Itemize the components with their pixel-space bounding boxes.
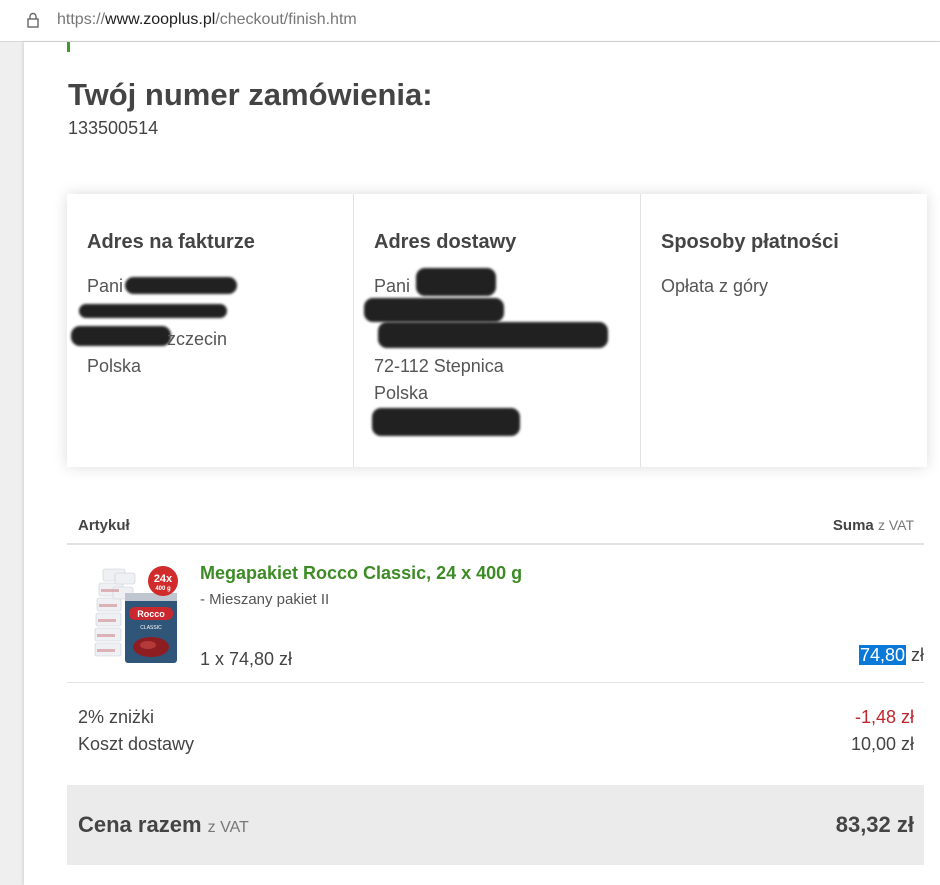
progress-accent bbox=[67, 42, 70, 52]
column-header-sum-suffix: z VAT bbox=[877, 517, 914, 533]
order-total-box: Cena razem z VAT 83,32 zł bbox=[67, 785, 924, 865]
lock-icon bbox=[27, 12, 39, 28]
total-label-suffix: z VAT bbox=[207, 819, 249, 836]
payment-method-section: Sposoby płatności Opłata z góry bbox=[640, 194, 928, 467]
shipping-cost-value: 10,00 zł bbox=[850, 734, 914, 754]
can-label-text: CLASSIC bbox=[140, 625, 162, 631]
url-scheme: https:// bbox=[57, 11, 106, 28]
url-path: /checkout/finish.htm bbox=[215, 11, 357, 28]
url-text[interactable]: https://www.zooplus.pl/checkout/finish.h… bbox=[57, 11, 357, 29]
item-divider bbox=[67, 682, 924, 683]
billing-address: Adres na fakturze Pani zczecin Polska bbox=[67, 194, 352, 467]
product-name-link[interactable]: Megapakiet Rocco Classic, 24 x 400 g bbox=[200, 563, 522, 584]
redaction-mark bbox=[71, 326, 171, 346]
redaction-mark bbox=[364, 298, 504, 322]
badge-count-text: 24x bbox=[154, 573, 173, 585]
url-host: www.zooplus.pl bbox=[105, 11, 216, 28]
billing-city: zczecin bbox=[167, 329, 228, 349]
product-quantity-line: 1 x 74,80 zł bbox=[200, 649, 293, 669]
order-details-card: Adres na fakturze Pani zczecin Polska Ad… bbox=[67, 194, 927, 467]
total-value: 83,32 zł bbox=[835, 812, 914, 837]
browser-address-bar[interactable]: https://www.zooplus.pl/checkout/finish.h… bbox=[0, 0, 940, 42]
billing-country: Polska bbox=[87, 356, 142, 376]
shipping-cost-label: Koszt dostawy bbox=[78, 734, 195, 754]
redaction-mark bbox=[125, 277, 237, 294]
redaction-mark bbox=[416, 268, 496, 296]
total-label-text: Cena razem bbox=[78, 812, 202, 837]
product-can-image[interactable]: Rocco CLASSIC 24x 400 g bbox=[93, 563, 183, 663]
header-divider bbox=[67, 543, 924, 545]
product-variant: - Mieszany pakiet II bbox=[200, 591, 330, 608]
billing-heading: Adres na fakturze bbox=[87, 231, 255, 253]
shipping-address: Adres dostawy Pani 72-112 Stepnica Polsk… bbox=[353, 194, 640, 467]
discount-label: 2% zniżki bbox=[78, 707, 155, 727]
total-label: Cena razem z VAT bbox=[78, 812, 249, 838]
column-header-sum-label: Suma bbox=[832, 517, 874, 534]
payment-heading: Sposoby płatności bbox=[661, 231, 839, 253]
shipping-postal-city: 72-112 Stepnica bbox=[374, 356, 504, 376]
product-price: 74,80 zł bbox=[858, 645, 924, 666]
order-number: 133500514 bbox=[68, 118, 159, 138]
payment-method: Opłata z góry bbox=[661, 276, 769, 296]
order-number-heading: Twój numer zamówienia: bbox=[68, 77, 433, 112]
product-price-currency: zł bbox=[911, 645, 924, 665]
shipping-country: Polska bbox=[374, 383, 429, 403]
column-header-item: Artykuł bbox=[78, 517, 130, 534]
shipping-salutation: Pani bbox=[374, 276, 411, 296]
badge-weight-text: 400 g bbox=[155, 586, 171, 592]
billing-salutation: Pani bbox=[87, 276, 124, 296]
redaction-mark bbox=[378, 322, 608, 348]
redaction-mark bbox=[79, 304, 227, 318]
product-price-value: 74,80 bbox=[858, 645, 906, 665]
redaction-mark bbox=[372, 408, 520, 436]
shipping-heading: Adres dostawy bbox=[374, 231, 517, 253]
discount-value: -1,48 zł bbox=[854, 707, 914, 727]
column-header-sum: Suma z VAT bbox=[833, 517, 914, 534]
can-brand-text: Rocco bbox=[137, 609, 165, 619]
